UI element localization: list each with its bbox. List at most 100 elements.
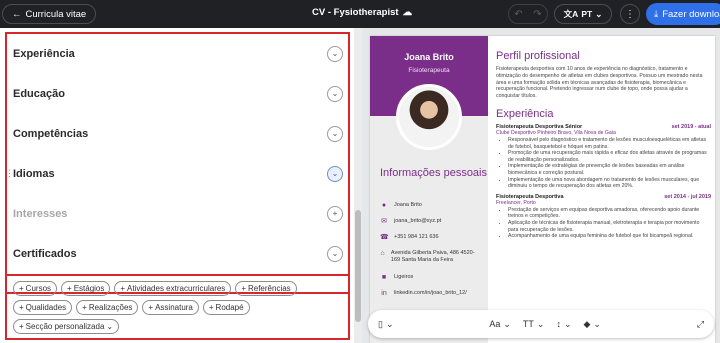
- chevron-down-icon: ⌄: [503, 318, 511, 329]
- cv-page: Joana Brito Fisioterapeuta Informações p…: [370, 36, 715, 343]
- line-spacing-button[interactable]: ↕ ⌄: [556, 319, 571, 330]
- add-signature-chip[interactable]: + Assinatura: [142, 300, 199, 315]
- profile-heading: Perfil profissional: [496, 50, 580, 62]
- chevron-down-icon: ⌄: [593, 318, 601, 329]
- list-item: Promoção de uma recuperação mais rápida …: [508, 150, 711, 163]
- plus-icon: +: [19, 284, 24, 293]
- expand-icon: ⤢: [696, 318, 705, 329]
- scroll-thumb[interactable]: [355, 210, 361, 322]
- chevron-down-icon: ⌄: [536, 318, 545, 329]
- profile-photo: [396, 84, 462, 150]
- download-icon: ⤓: [654, 8, 659, 20]
- chevron-down-icon[interactable]: ⌄: [327, 45, 343, 62]
- home-icon: ⌂: [380, 250, 385, 257]
- profile-text: Fisioterapeuta desportiva com 10 anos de…: [496, 66, 703, 100]
- chevron-down-icon[interactable]: ⌄: [327, 85, 343, 102]
- add-qualities-chip[interactable]: + Qualidades: [13, 300, 73, 315]
- cloud-icon: ☁: [402, 7, 413, 18]
- section-label: Experiência: [13, 47, 75, 60]
- person-icon: ●: [381, 202, 387, 209]
- plus-icon: +: [241, 284, 246, 293]
- add-section-chips: + Cursos + Estágios + Atividades extracurri…: [5, 274, 350, 340]
- top-bar: ← Curricula vitae CV - Fysiotherapist ☁ …: [0, 0, 720, 28]
- plus-icon: +: [148, 303, 154, 312]
- fullscreen-button[interactable]: ⤢: [697, 319, 704, 330]
- add-achievements-chip[interactable]: + Realizações: [76, 300, 139, 315]
- linkedin-icon: in: [381, 290, 387, 297]
- section-list: Experiência ⌄ Educação ⌄ Competências ⌄ …: [5, 32, 350, 294]
- arrow-left-icon: ←: [12, 8, 22, 20]
- add-internships-chip[interactable]: + Estágios: [61, 281, 111, 296]
- add-courses-chip[interactable]: + Cursos: [13, 281, 58, 296]
- chevron-down-icon[interactable]: ⌄: [327, 245, 343, 262]
- section-label: Idiomas: [13, 167, 55, 180]
- job-bullets: Prestação de serviços em equipas desport…: [496, 207, 711, 240]
- chevron-down-icon: ⌄: [595, 8, 603, 19]
- redo-icon[interactable]: ↷: [533, 9, 541, 20]
- sections-panel: Experiência ⌄ Educação ⌄ Competências ⌄ …: [0, 28, 362, 343]
- cv-main: Perfil profissional Fisioterapeuta despo…: [496, 50, 711, 240]
- list-item: Prestação de serviços em equipas desport…: [508, 207, 711, 220]
- cv-sidebar: Joana Brito Fisioterapeuta Informações p…: [370, 36, 488, 343]
- scrollbar[interactable]: [354, 28, 362, 343]
- cv-role: Fisioterapeuta: [408, 67, 450, 74]
- undo-redo-group: ↶ ↷: [508, 4, 548, 24]
- plus-icon: +: [82, 303, 87, 312]
- preview-panel: Joana Brito Fisioterapeuta Informações p…: [362, 28, 720, 343]
- chevron-down-icon: ⌄: [563, 318, 572, 329]
- contact-name: ● Joana Brito: [381, 202, 422, 209]
- chevron-down-icon: ⌄: [385, 318, 394, 329]
- line-spacing-icon: ↕: [556, 319, 561, 329]
- add-custom-section-chip[interactable]: + Secção personalizada ⌄: [13, 319, 120, 334]
- add-footer-chip[interactable]: + Rodapé: [202, 300, 250, 315]
- back-button[interactable]: ← Curricula vitae: [2, 4, 97, 24]
- download-button[interactable]: ⤓ Fazer download: [646, 3, 720, 25]
- chevron-down-icon[interactable]: ⌄: [327, 125, 343, 142]
- plus-icon: +: [19, 303, 24, 312]
- list-item: Implementação de uma nova abordagem no t…: [508, 177, 711, 190]
- section-label: Certificados: [13, 247, 77, 260]
- undo-icon[interactable]: ↶: [514, 9, 522, 20]
- paint-bucket-icon: ◆: [583, 318, 591, 329]
- section-skills[interactable]: Competências ⌄: [13, 114, 343, 153]
- section-label: Educação: [13, 87, 65, 100]
- document-title[interactable]: CV - Fysiotherapist ☁: [312, 7, 412, 18]
- section-experience[interactable]: Experiência ⌄: [13, 34, 343, 73]
- contact-phone: ☎ +351 984 121 636: [380, 234, 439, 241]
- cv-info-title: Informações pessoais: [380, 167, 487, 179]
- more-vertical-icon: ⋮: [625, 8, 635, 20]
- contact-address: ⌂ Avenida Gilberta Paiva, 486 4520-169 S…: [380, 250, 475, 263]
- contact-linkedin: in linkedin.com/in/joao_brito_12/: [381, 290, 467, 297]
- drag-handle-icon[interactable]: ⋮: [5, 168, 14, 179]
- section-education[interactable]: Educação ⌄: [13, 74, 343, 113]
- back-label: Curricula vitae: [25, 8, 87, 20]
- cv-name: Joana Brito: [404, 52, 454, 62]
- plus-icon: +: [120, 284, 126, 293]
- translate-icon: 文A: [563, 9, 579, 19]
- font-button[interactable]: Aa ⌄: [489, 319, 511, 330]
- list-item: Acompanhamento de uma equipa feminina de…: [508, 233, 711, 240]
- contact-email: ✉ joana_brito@xyz.pt: [381, 218, 442, 225]
- section-certificates[interactable]: Certificados ⌄: [13, 234, 343, 273]
- plus-icon[interactable]: +: [327, 205, 343, 222]
- job-bullets: Responsável pelo diagnóstico e tratament…: [496, 137, 711, 190]
- contact-license: ■ Ligeiros: [381, 274, 414, 281]
- section-languages[interactable]: ⋮ Idiomas ⌄: [5, 154, 343, 193]
- language-selector[interactable]: 文A PT ⌄: [554, 4, 612, 24]
- section-interests[interactable]: Interesses +: [13, 194, 343, 233]
- experience-heading: Experiência: [496, 107, 554, 120]
- layout-button[interactable]: ▯ ⌄: [378, 319, 394, 330]
- chevron-down-icon[interactable]: ⌄: [327, 165, 343, 182]
- job-company: Clube Desportivo Pinheiro Bravo, Vila No…: [496, 129, 616, 136]
- add-extracurricular-chip[interactable]: + Atividades extracurriculares: [114, 281, 232, 296]
- add-references-chip[interactable]: + Referências: [235, 281, 297, 296]
- more-options-button[interactable]: ⋮: [620, 4, 640, 24]
- text-size-button[interactable]: TT ⌄: [523, 319, 545, 330]
- section-label: Competências: [13, 127, 89, 140]
- plus-icon: +: [19, 322, 24, 331]
- format-toolbar: ▯ ⌄ Aa ⌄ TT ⌄ ↕ ⌄ ◆ ⌄ ⤢: [368, 310, 714, 338]
- layout-icon: ▯: [378, 318, 383, 329]
- job-company: Freelancer, Porto: [496, 199, 536, 206]
- color-button[interactable]: ◆ ⌄: [584, 319, 601, 330]
- list-item: Aplicação de técnicas de fisioterapia ma…: [508, 220, 711, 233]
